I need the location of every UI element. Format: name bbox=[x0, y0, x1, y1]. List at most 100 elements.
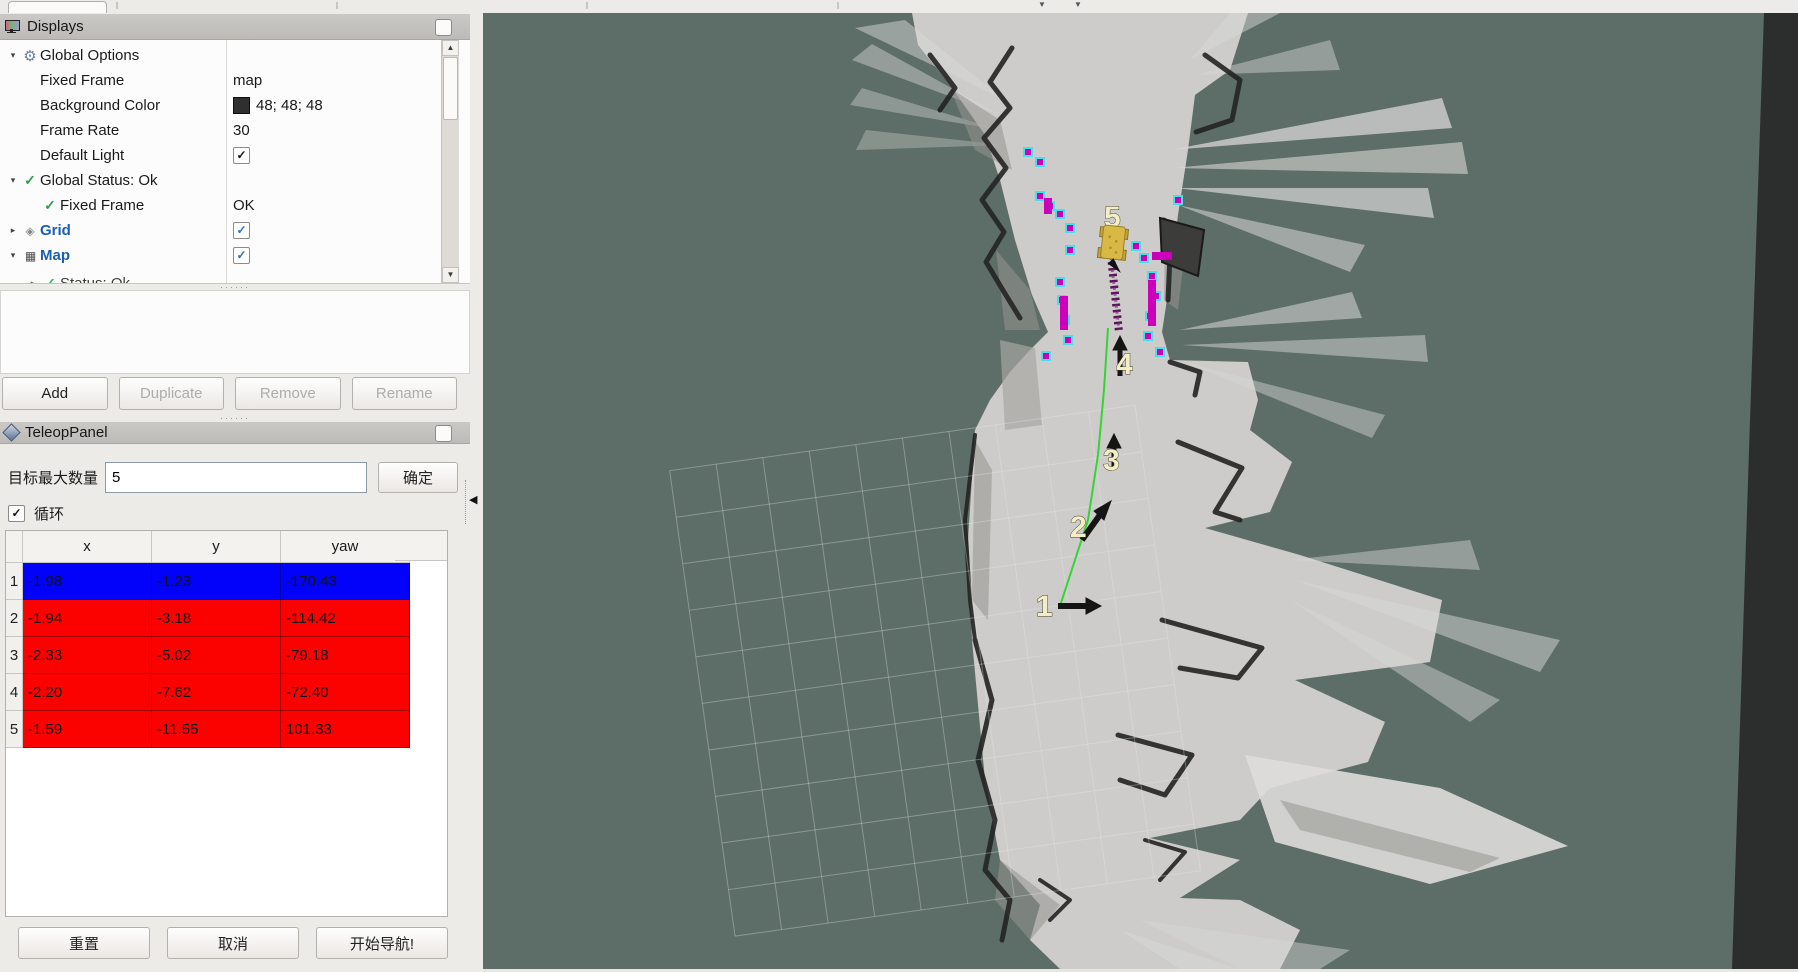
tree-row-map[interactable]: ▾▦Map ✓ bbox=[0, 243, 470, 268]
max-goal-input[interactable] bbox=[105, 462, 367, 493]
tree-label: Default Light bbox=[40, 147, 124, 164]
default-light-checkbox[interactable]: ✓ bbox=[233, 147, 250, 164]
grid-display-icon: ◈ bbox=[20, 224, 40, 238]
scrollbar-thumb[interactable] bbox=[443, 57, 458, 120]
waypoint-label-1: 1 bbox=[1036, 590, 1053, 623]
tree-row-frame-rate[interactable]: Frame Rate 30 bbox=[0, 118, 470, 143]
loop-checkbox[interactable]: ✓ bbox=[8, 505, 25, 522]
column-header-yaw[interactable]: yaw bbox=[281, 531, 410, 563]
displays-float-button[interactable] bbox=[435, 19, 452, 36]
table-row[interactable]: 4-2.20-7.62-72.40 bbox=[6, 674, 410, 711]
expander-icon[interactable]: ▾ bbox=[6, 250, 20, 261]
cell-yaw[interactable]: 101.33 bbox=[281, 711, 410, 748]
map-display-icon: ▦ bbox=[20, 249, 40, 263]
tree-row-fixed-frame[interactable]: Fixed Frame map bbox=[0, 68, 470, 93]
toolbar-dropdown-arrow[interactable]: ▼ bbox=[1038, 0, 1046, 9]
displays-panel-titlebar[interactable]: Displays bbox=[0, 14, 470, 40]
remove-button[interactable]: Remove bbox=[235, 377, 341, 410]
tree-label: Background Color bbox=[40, 97, 160, 114]
toolbar-strip: ▼ ▼ bbox=[0, 0, 1798, 14]
tree-row-grid[interactable]: ▸◈Grid ✓ bbox=[0, 218, 470, 243]
rename-button[interactable]: Rename bbox=[352, 377, 458, 410]
max-goal-label: 目标最大数量 bbox=[8, 467, 98, 488]
displays-panel-title: Displays bbox=[27, 18, 84, 35]
start-navigation-button[interactable]: 开始导航! bbox=[316, 927, 448, 959]
panel-collapse-icon[interactable]: ◀ bbox=[469, 495, 477, 506]
gear-icon: ⚙ bbox=[20, 47, 40, 65]
splitter-handle[interactable]: ······ bbox=[0, 283, 470, 290]
dock-splitter[interactable] bbox=[465, 480, 466, 524]
cell-x[interactable]: -1.94 bbox=[23, 600, 152, 637]
tree-scrollbar[interactable]: ▲ ▼ bbox=[441, 40, 459, 283]
expander-icon[interactable]: ▾ bbox=[6, 175, 20, 186]
table-row[interactable]: 5-1.59-11.55101.33 bbox=[6, 711, 410, 748]
column-header-x[interactable]: x bbox=[23, 531, 152, 563]
teleop-panel-title: TeleopPanel bbox=[25, 424, 108, 441]
tree-label: Frame Rate bbox=[40, 122, 119, 139]
add-button[interactable]: Add bbox=[2, 377, 108, 410]
scroll-down-icon[interactable]: ▼ bbox=[442, 267, 459, 283]
cell-y[interactable]: -7.62 bbox=[152, 674, 281, 711]
waypoint-label-3: 3 bbox=[1103, 444, 1120, 477]
waypoint-table-body: 1-1.98-1.23-170.432-1.94-3.18-114.423-2.… bbox=[6, 563, 410, 748]
cell-y[interactable]: -3.18 bbox=[152, 600, 281, 637]
cell-x[interactable]: -1.59 bbox=[23, 711, 152, 748]
tree-value: OK bbox=[233, 197, 255, 214]
teleop-panel-icon bbox=[2, 423, 20, 441]
left-dock-panel: Displays ▾⚙Global Options Fixed Frame ma… bbox=[0, 13, 483, 972]
reset-button[interactable]: 重置 bbox=[18, 927, 150, 959]
row-number[interactable]: 2 bbox=[6, 600, 23, 637]
cancel-button[interactable]: 取消 bbox=[167, 927, 299, 959]
cell-yaw[interactable]: -79.18 bbox=[281, 637, 410, 674]
loop-label: 循环 bbox=[34, 503, 64, 524]
cell-y[interactable]: -1.23 bbox=[152, 563, 281, 600]
loop-row: ✓ 循环 bbox=[8, 503, 64, 524]
cell-yaw[interactable]: -114.42 bbox=[281, 600, 410, 637]
cell-y[interactable]: -5.02 bbox=[152, 637, 281, 674]
toolbar-dropdown-arrow[interactable]: ▼ bbox=[1074, 0, 1082, 9]
max-goal-row: 目标最大数量 确定 bbox=[8, 462, 468, 493]
splitter-handle[interactable]: ······ bbox=[0, 414, 470, 421]
duplicate-button[interactable]: Duplicate bbox=[119, 377, 225, 410]
tree-row-global-options[interactable]: ▾⚙Global Options bbox=[0, 43, 470, 68]
map-canvas[interactable]: 1 2 3 4 5 bbox=[483, 13, 1798, 969]
table-row[interactable]: 1-1.98-1.23-170.43 bbox=[6, 563, 410, 600]
table-row[interactable]: 2-1.94-3.18-114.42 bbox=[6, 600, 410, 637]
tree-row-background-color[interactable]: Background Color 48; 48; 48 bbox=[0, 93, 470, 118]
row-number[interactable]: 1 bbox=[6, 563, 23, 600]
tree-row-status-fixed-frame[interactable]: ✓Fixed Frame OK bbox=[0, 193, 470, 218]
confirm-button[interactable]: 确定 bbox=[378, 462, 458, 493]
row-number[interactable]: 4 bbox=[6, 674, 23, 711]
cell-y[interactable]: -11.55 bbox=[152, 711, 281, 748]
teleop-panel-titlebar[interactable]: TeleopPanel bbox=[0, 422, 470, 444]
column-header-y[interactable]: y bbox=[152, 531, 281, 563]
tree-row-default-light[interactable]: Default Light ✓ bbox=[0, 143, 470, 168]
teleop-float-button[interactable] bbox=[435, 425, 452, 442]
table-header-filler bbox=[395, 531, 447, 561]
cell-yaw[interactable]: -170.43 bbox=[281, 563, 410, 600]
tree-value[interactable]: 48; 48; 48 bbox=[256, 97, 323, 114]
status-ok-icon: ✓ bbox=[40, 197, 60, 214]
row-number[interactable]: 3 bbox=[6, 637, 23, 674]
waypoint-table: xyyaw 1-1.98-1.23-170.432-1.94-3.18-114.… bbox=[5, 530, 448, 917]
view-edge-wedge bbox=[1732, 13, 1798, 969]
color-swatch[interactable] bbox=[233, 97, 250, 114]
scroll-up-icon[interactable]: ▲ bbox=[442, 40, 459, 56]
cell-x[interactable]: -2.33 bbox=[23, 637, 152, 674]
expander-icon[interactable]: ▸ bbox=[6, 225, 20, 236]
expander-icon[interactable]: ▾ bbox=[6, 50, 20, 61]
cell-x[interactable]: -1.98 bbox=[23, 563, 152, 600]
display-description-area bbox=[0, 290, 470, 374]
cell-x[interactable]: -2.20 bbox=[23, 674, 152, 711]
map-3d-view[interactable]: 1 2 3 4 5 bbox=[483, 13, 1798, 969]
tree-row-global-status[interactable]: ▾✓Global Status: Ok bbox=[0, 168, 470, 193]
tree-value[interactable]: map bbox=[233, 72, 262, 89]
map-enabled-checkbox[interactable]: ✓ bbox=[233, 247, 250, 264]
displays-icon bbox=[5, 20, 20, 33]
grid-enabled-checkbox[interactable]: ✓ bbox=[233, 222, 250, 239]
table-row[interactable]: 3-2.33-5.02-79.18 bbox=[6, 637, 410, 674]
cell-yaw[interactable]: -72.40 bbox=[281, 674, 410, 711]
row-number[interactable]: 5 bbox=[6, 711, 23, 748]
displays-buttons: Add Duplicate Remove Rename bbox=[2, 377, 457, 410]
tree-value[interactable]: 30 bbox=[233, 122, 250, 139]
